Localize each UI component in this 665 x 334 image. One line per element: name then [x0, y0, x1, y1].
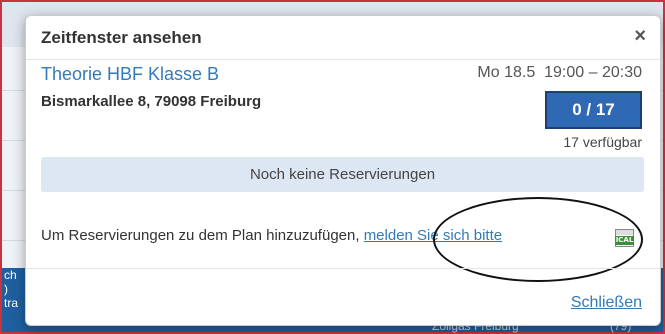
close-icon[interactable]: × [634, 25, 646, 48]
event-time-range: 19:00 – 20:30 [544, 64, 642, 81]
ical-icon-label: ICAL [615, 236, 634, 245]
no-reservations-notice: Noch keine Reservierungen [41, 157, 644, 192]
login-prompt-text: Um Reservierungen zu dem Plan hinzuzufüg… [41, 227, 360, 244]
modal-title: Zeitfenster ansehen [41, 28, 202, 47]
event-day: Mo 18.5 [477, 64, 536, 81]
close-button[interactable]: Schließen [571, 294, 642, 312]
login-link[interactable]: melden Sie sich bitte [364, 227, 502, 244]
ical-icon-top [616, 230, 633, 235]
login-prompt: Um Reservierungen zu dem Plan hinzuzufüg… [41, 227, 502, 244]
event-title: Theorie HBF Klasse B [41, 64, 220, 84]
capacity-badge: 0 / 17 [545, 91, 642, 129]
ical-icon[interactable]: ICAL [615, 229, 634, 247]
available-count: 17 verfügbar [563, 134, 642, 150]
modal-footer: Schließen [26, 268, 660, 327]
timeslot-modal: Zeitfenster ansehen × Theorie HBF Klasse… [25, 15, 661, 326]
modal-header: Zeitfenster ansehen × [26, 16, 660, 60]
event-datetime: Mo 18.5 19:00 – 20:30 [477, 64, 642, 82]
event-address: Bismarkallee 8, 79098 Freiburg [41, 93, 262, 110]
